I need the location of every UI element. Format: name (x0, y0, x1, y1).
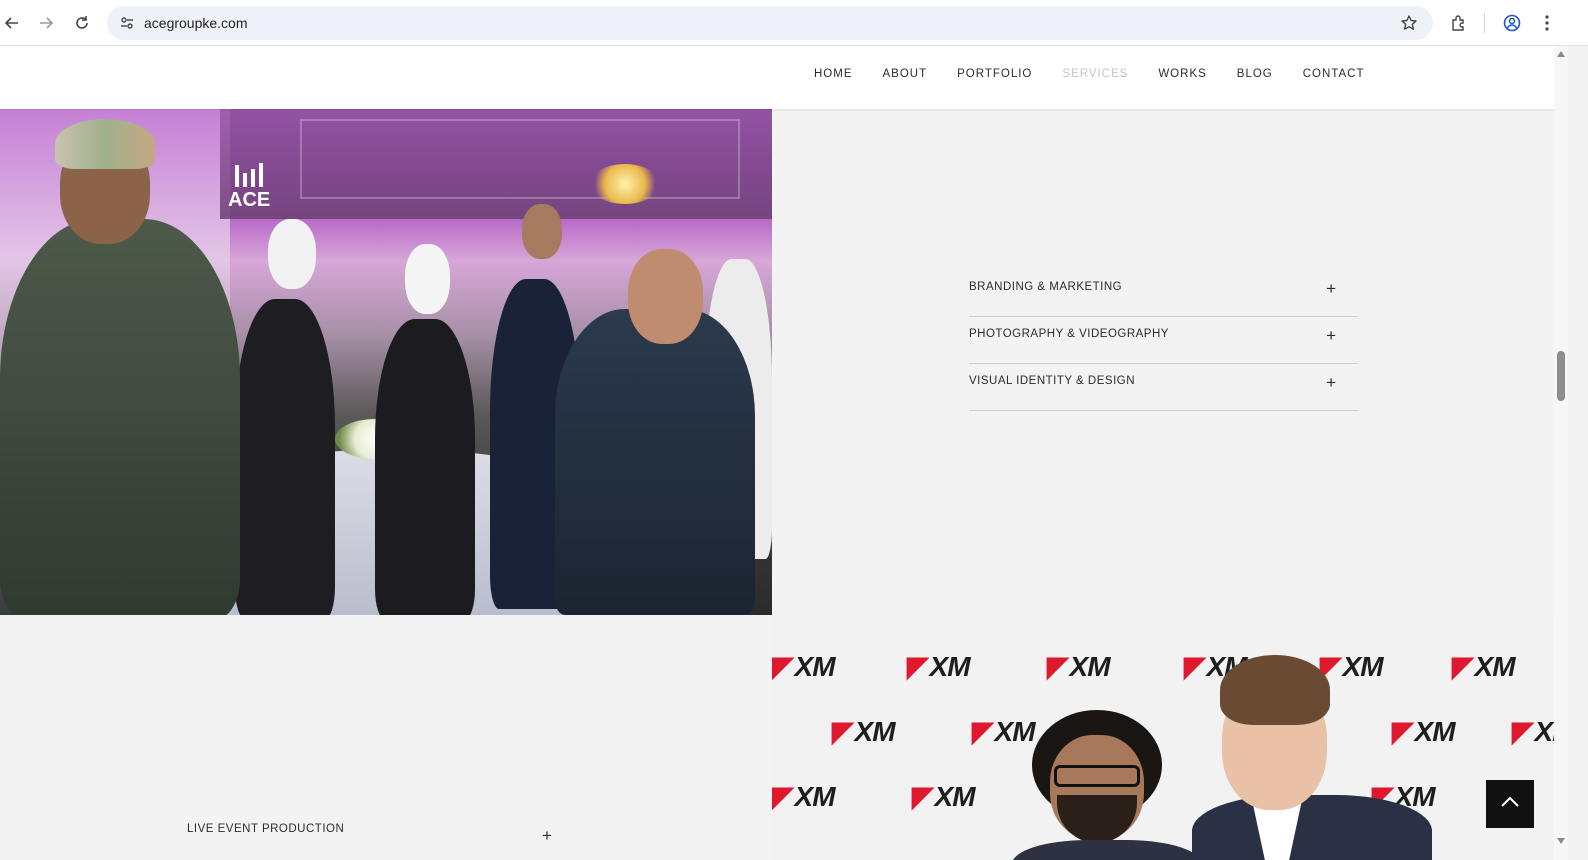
accordion-item[interactable]: PHOTOGRAPHY & VIDEOGRAPHY + (969, 317, 1358, 364)
plus-icon[interactable]: + (542, 827, 552, 844)
accordion-item-label: LIVE EVENT PRODUCTION (187, 823, 345, 835)
bookmark-star-icon[interactable] (1397, 11, 1421, 35)
toolbar-separator (1484, 13, 1485, 33)
accordion-item-label: VISUAL IDENTITY & DESIGN (969, 375, 1136, 387)
event-photo-gala: ACE (0, 109, 772, 615)
url-text[interactable]: acegroupke.com (144, 15, 248, 31)
ace-logo: ACE (228, 161, 270, 212)
profile-icon[interactable] (1500, 11, 1524, 35)
accordion-item[interactable]: BRANDING & MARKETING + (969, 270, 1358, 317)
site-info-icon[interactable] (115, 11, 139, 35)
nav-services[interactable]: SERVICES (1062, 68, 1128, 80)
nav-about[interactable]: ABOUT (883, 68, 928, 80)
back-to-top-button[interactable] (1486, 780, 1534, 828)
guest-head (268, 219, 316, 289)
accordion-item-live-event[interactable]: LIVE EVENT PRODUCTION + (187, 818, 567, 860)
accordion-item-label: PHOTOGRAPHY & VIDEOGRAPHY (969, 328, 1169, 340)
scroll-down-icon[interactable] (1557, 838, 1565, 844)
guest-figure (375, 319, 475, 615)
plus-icon[interactable]: + (1326, 374, 1336, 391)
guest-figure (555, 309, 755, 615)
xm-logo: ◤XM (772, 781, 836, 812)
page-scrollbar[interactable] (1554, 46, 1568, 860)
xm-logo: ◤XM (772, 651, 836, 682)
plus-icon[interactable]: + (1326, 327, 1336, 344)
reload-icon[interactable] (70, 11, 94, 35)
forward-arrow-icon[interactable] (34, 11, 58, 35)
web-page: HOME ABOUT PORTFOLIO SERVICES WORKS BLOG… (0, 46, 1554, 860)
main-nav: HOME ABOUT PORTFOLIO SERVICES WORKS BLOG… (814, 68, 1394, 80)
xm-logo: ◤XM (907, 651, 971, 682)
ace-logo-text: ACE (228, 189, 271, 211)
guest-head (522, 204, 562, 259)
guest-turban (55, 119, 155, 169)
event-guest-left (1012, 710, 1202, 860)
scroll-up-icon[interactable] (1557, 51, 1565, 57)
accordion-item[interactable]: VISUAL IDENTITY & DESIGN + (969, 364, 1358, 411)
back-arrow-icon[interactable] (0, 11, 24, 35)
nav-works[interactable]: WORKS (1158, 68, 1206, 80)
guest-head (405, 244, 450, 314)
photo-ceiling-grid (300, 119, 740, 199)
services-accordion: BRANDING & MARKETING + PHOTOGRAPHY & VID… (969, 270, 1358, 411)
event-photo-xm: ◤XM ◤XM ◤XM ◤XM ◤XM ◤XM ◤XM ◤XM ◤XM ◤XM … (772, 615, 1554, 860)
nav-portfolio[interactable]: PORTFOLIO (957, 68, 1032, 80)
xm-logo: ◤XM (912, 781, 976, 812)
xm-logo: ◤XM (1452, 651, 1516, 682)
browser-toolbar: acegroupke.com (0, 0, 1588, 46)
nav-contact[interactable]: CONTACT (1303, 68, 1365, 80)
chandelier (590, 164, 660, 204)
address-bar[interactable]: acegroupke.com (107, 6, 1433, 40)
guest-figure (235, 299, 335, 615)
xm-logo: ◤XM (1512, 716, 1554, 747)
nav-blog[interactable]: BLOG (1237, 68, 1273, 80)
chevron-up-icon (1500, 795, 1520, 813)
site-header: HOME ABOUT PORTFOLIO SERVICES WORKS BLOG… (0, 46, 1554, 109)
guest-figure (0, 219, 240, 615)
guest-head (628, 249, 703, 344)
more-vert-icon[interactable] (1535, 11, 1559, 35)
plus-icon[interactable]: + (1326, 280, 1336, 297)
extensions-icon[interactable] (1447, 11, 1471, 35)
xm-logo: ◤XM (1047, 651, 1111, 682)
event-guest-right (1192, 655, 1432, 860)
accordion-item-label: BRANDING & MARKETING (969, 281, 1123, 293)
xm-logo: ◤XM (832, 716, 896, 747)
scrollbar-thumb[interactable] (1557, 351, 1565, 401)
nav-home[interactable]: HOME (814, 68, 853, 80)
